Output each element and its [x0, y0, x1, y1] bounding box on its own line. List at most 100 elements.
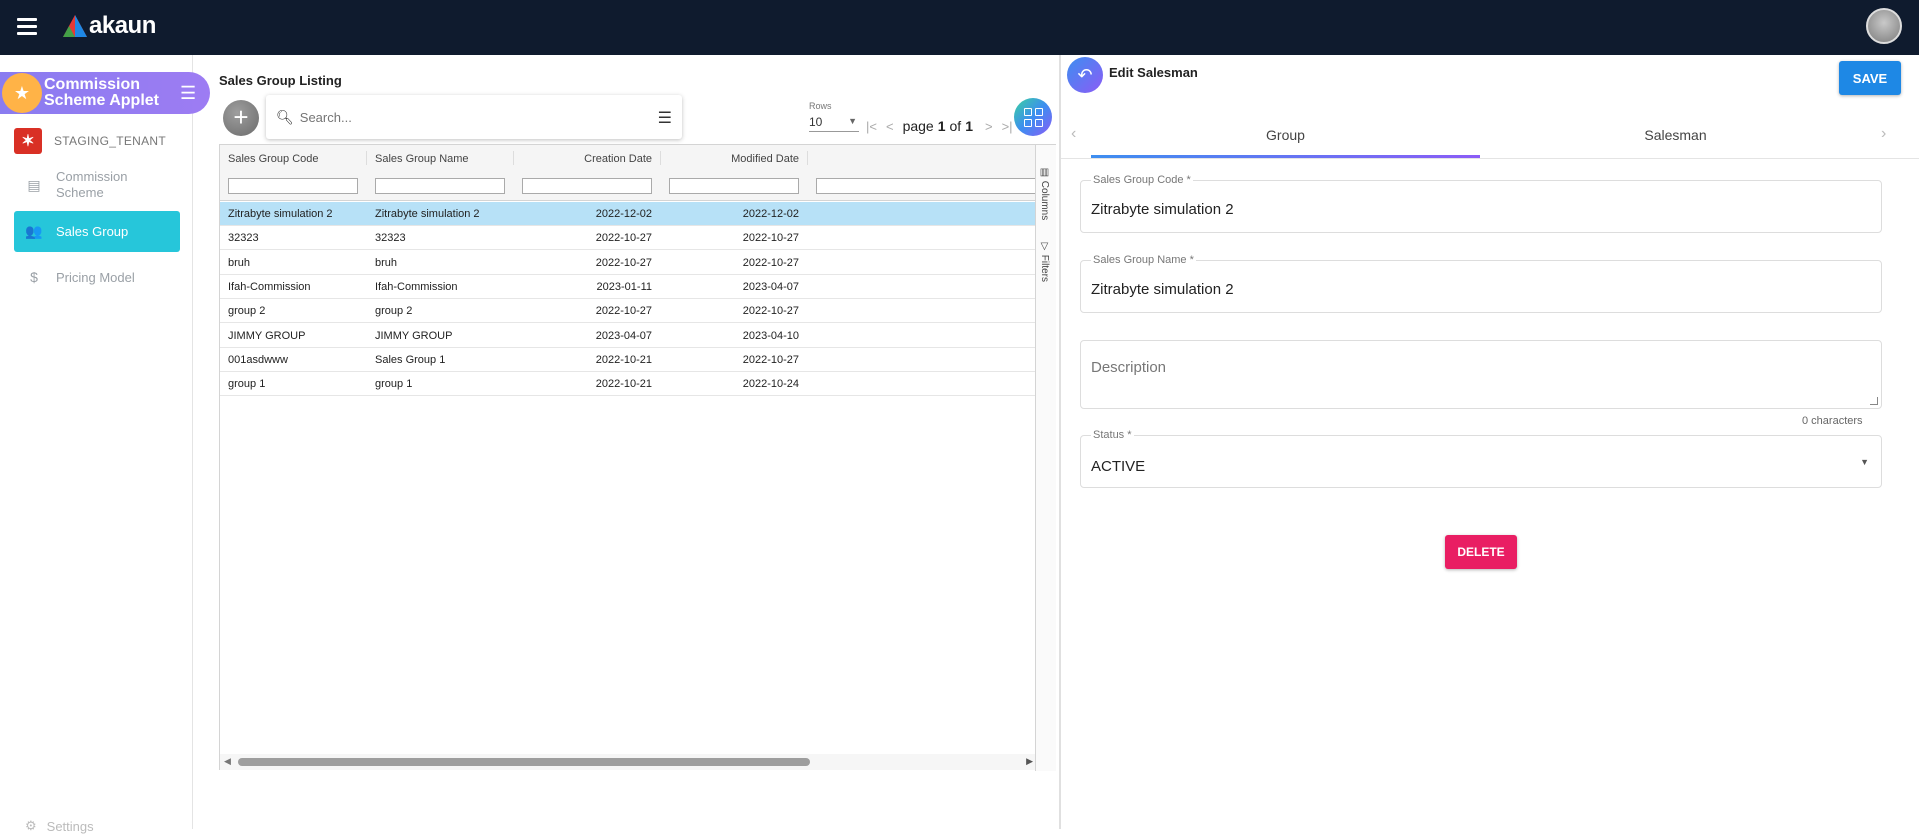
table-cell-name: JIMMY GROUP — [375, 329, 453, 342]
edit-tabs: ‹ Group Salesman › — [1061, 114, 1919, 159]
table-row[interactable]: Ifah-Commission Ifah-Commission 2023-01-11… — [220, 275, 1035, 299]
table-row[interactable]: 001asdwww Sales Group 1 2022-10-21 2022-10-… — [220, 348, 1035, 372]
filter-input-modified-date[interactable] — [669, 178, 799, 194]
active-tab-indicator — [1091, 155, 1480, 158]
rows-label: Rows — [809, 101, 832, 111]
scroll-right-icon[interactable]: ▶ — [1026, 756, 1033, 767]
table-row[interactable]: JIMMY GROUP JIMMY GROUP 2023-04-07 2023-04-… — [220, 324, 1035, 348]
resize-handle-icon[interactable] — [1870, 397, 1878, 405]
save-button[interactable]: SAVE — [1839, 61, 1901, 95]
search-icon: 🔍︎ — [276, 108, 294, 125]
filter-input-code[interactable] — [228, 178, 358, 194]
app-logo[interactable]: akaun — [63, 12, 156, 39]
grid-view-button[interactable] — [1014, 98, 1052, 136]
table-cell-created: 2022-12-02 — [595, 208, 652, 220]
back-button[interactable]: ↶ — [1067, 57, 1103, 93]
sales-group-name-field[interactable]: Sales Group Name * Zitrabyte simulation … — [1080, 254, 1882, 313]
dollar-icon: $ — [30, 269, 38, 285]
menu-icon[interactable] — [17, 18, 37, 35]
table-cell-code: bruh — [228, 256, 251, 269]
sales-group-listing-panel: Sales Group Listing + 🔍︎ ☰ Rows 10 ▼ |< … — [216, 55, 1059, 829]
scrollbar-thumb[interactable] — [238, 758, 810, 766]
app-name: akaun — [89, 12, 156, 39]
description-char-counter: 0 characters — [1802, 415, 1863, 427]
horizontal-scrollbar[interactable]: ◀ ▶ — [220, 754, 1035, 770]
user-avatar[interactable] — [1866, 8, 1902, 44]
sales-group-code-field[interactable]: Sales Group Code * Zitrabyte simulation … — [1080, 174, 1882, 233]
status-value: ACTIVE — [1091, 458, 1146, 475]
table-cell-created: 2022-10-27 — [595, 256, 652, 269]
last-page-icon[interactable]: >| — [1002, 119, 1013, 134]
status-select[interactable]: Status * ACTIVE ▼ — [1080, 429, 1882, 488]
sidebar-item-settings[interactable]: ⚙ Settings — [25, 818, 94, 834]
tab-scroll-left-icon[interactable]: ‹ — [1071, 125, 1076, 143]
add-button[interactable]: + — [223, 100, 259, 136]
page-of: of — [949, 118, 962, 134]
sales-group-name-label: Sales Group Name * — [1091, 254, 1196, 266]
rows-per-page-select[interactable]: 10 ▼ — [809, 115, 859, 132]
settings-label: Settings — [46, 818, 94, 834]
table-row[interactable]: group 2 group 2 2022-10-27 2022-10-27 — [220, 299, 1035, 324]
column-header-modified-date[interactable]: Modified Date — [669, 153, 799, 165]
table-row[interactable]: 32323 32323 2022-10-27 2022-10-27 — [220, 226, 1035, 251]
sidebar-item-commission-scheme[interactable]: ▤ Commission Scheme — [14, 165, 180, 205]
column-header-name[interactable]: Sales Group Name — [375, 153, 469, 165]
filters-tab[interactable]: ▽ Filters — [1039, 241, 1050, 282]
table-cell-code: 32323 — [228, 232, 259, 245]
table-cell-created: 2023-01-11 — [596, 280, 652, 293]
column-header-creation-date[interactable]: Creation Date — [522, 153, 652, 165]
rows-value: 10 — [809, 115, 823, 129]
description-placeholder: Description — [1091, 359, 1167, 376]
tab-salesman[interactable]: Salesman — [1481, 127, 1870, 143]
tab-group[interactable]: Group — [1091, 127, 1480, 143]
column-header-code[interactable]: Sales Group Code — [228, 153, 319, 165]
applet-banner: ★ Commission Scheme Applet ☰ — [0, 72, 210, 114]
side-tool-panel: ▥ Columns ▽ Filters — [1035, 145, 1056, 771]
first-page-icon[interactable]: |< — [866, 119, 877, 134]
filter-input-creation-date[interactable] — [522, 178, 652, 194]
sidebar-item-sales-group[interactable]: 👥 Sales Group — [14, 211, 180, 252]
table-cell-code: group 2 — [228, 305, 266, 318]
scroll-left-icon[interactable]: ◀ — [224, 756, 231, 767]
table-row[interactable]: bruh bruh 2022-10-27 2022-10-27 — [220, 251, 1035, 275]
collapse-sidebar-icon[interactable]: ☰ — [180, 84, 196, 102]
table-cell-code: JIMMY GROUP — [228, 329, 306, 342]
table-cell-modified: 2022-10-24 — [742, 378, 799, 391]
tenant-logo-icon: ✶ — [14, 128, 42, 154]
group-icon: 👥 — [25, 223, 43, 239]
page-total: 1 — [965, 118, 973, 134]
columns-tab[interactable]: ▥ Columns — [1039, 167, 1050, 220]
table-cell-code: 001asdwww — [228, 353, 288, 366]
prev-page-icon[interactable]: < — [886, 119, 894, 134]
table-cell-created: 2022-10-27 — [595, 305, 652, 318]
search-input[interactable] — [299, 109, 650, 125]
grid-icon — [1023, 107, 1043, 127]
filter-input-name[interactable] — [375, 178, 505, 194]
filter-input-extra[interactable] — [816, 178, 1035, 194]
sales-group-code-value: Zitrabyte simulation 2 — [1091, 201, 1234, 218]
table-cell-name: group 2 — [375, 305, 413, 318]
table-cell-name: group 1 — [375, 378, 413, 391]
filter-icon[interactable]: ☰ — [658, 108, 672, 128]
table-cell-code: Ifah-Commission — [228, 280, 311, 293]
table-cell-created: 2022-10-21 — [595, 353, 652, 366]
edit-salesman-panel: ↶ Edit Salesman SAVE ‹ Group Salesman › … — [1061, 55, 1919, 829]
sidebar: ★ Commission Scheme Applet ☰ ✶ STAGING_T… — [0, 55, 210, 834]
sidebar-item-pricing-model[interactable]: $ Pricing Model — [14, 267, 180, 287]
list-icon: ▤ — [27, 176, 41, 193]
listing-title: Sales Group Listing — [219, 73, 342, 88]
table-row[interactable]: group 1 group 1 2022-10-21 2022-10-24 — [220, 372, 1035, 397]
tenant-selector[interactable]: ✶ STAGING_TENANT — [14, 128, 166, 154]
table-row[interactable]: Zitrabyte simulation 2 Zitrabyte simulati… — [220, 202, 1035, 226]
gear-icon: ⚙ — [25, 818, 37, 833]
tab-scroll-right-icon[interactable]: › — [1881, 125, 1886, 143]
delete-button[interactable]: DELETE — [1445, 535, 1517, 569]
chevron-down-icon: ▼ — [848, 116, 857, 126]
table-cell-name: bruh — [375, 256, 398, 269]
table-cell-created: 2023-04-07 — [595, 329, 652, 342]
applet-title: Commission Scheme Applet — [44, 76, 159, 109]
next-page-icon[interactable]: > — [985, 119, 993, 134]
description-field[interactable]: Description — [1080, 340, 1882, 409]
table-cell-created: 2022-10-27 — [595, 232, 652, 245]
table-cell-modified: 2023-04-07 — [742, 280, 799, 293]
